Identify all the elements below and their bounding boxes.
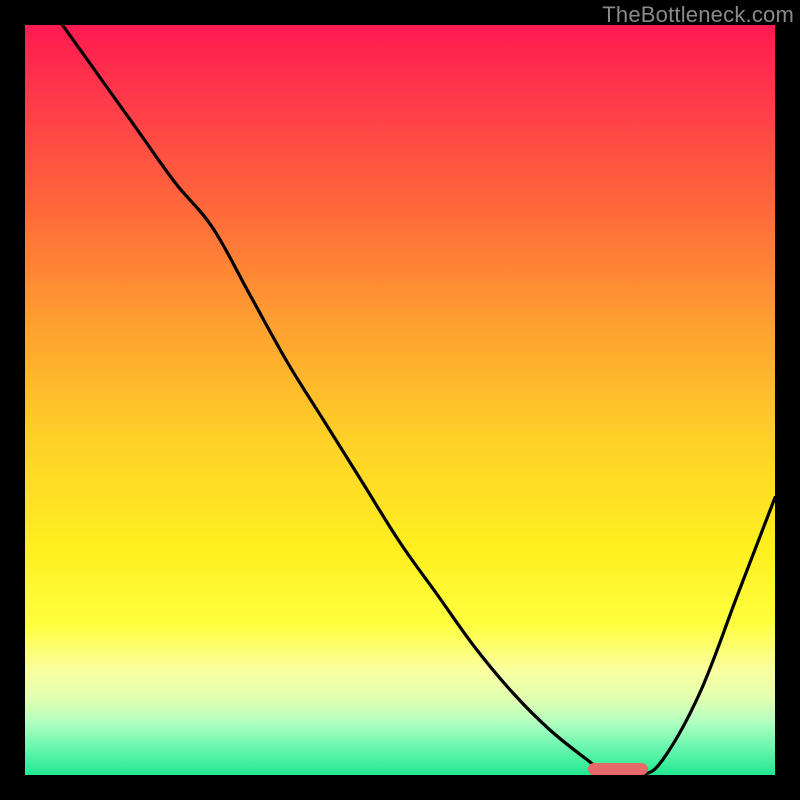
optimal-range-marker bbox=[588, 763, 648, 775]
bottleneck-curve bbox=[25, 25, 775, 775]
chart-frame: TheBottleneck.com bbox=[0, 0, 800, 800]
plot-area bbox=[25, 25, 775, 775]
